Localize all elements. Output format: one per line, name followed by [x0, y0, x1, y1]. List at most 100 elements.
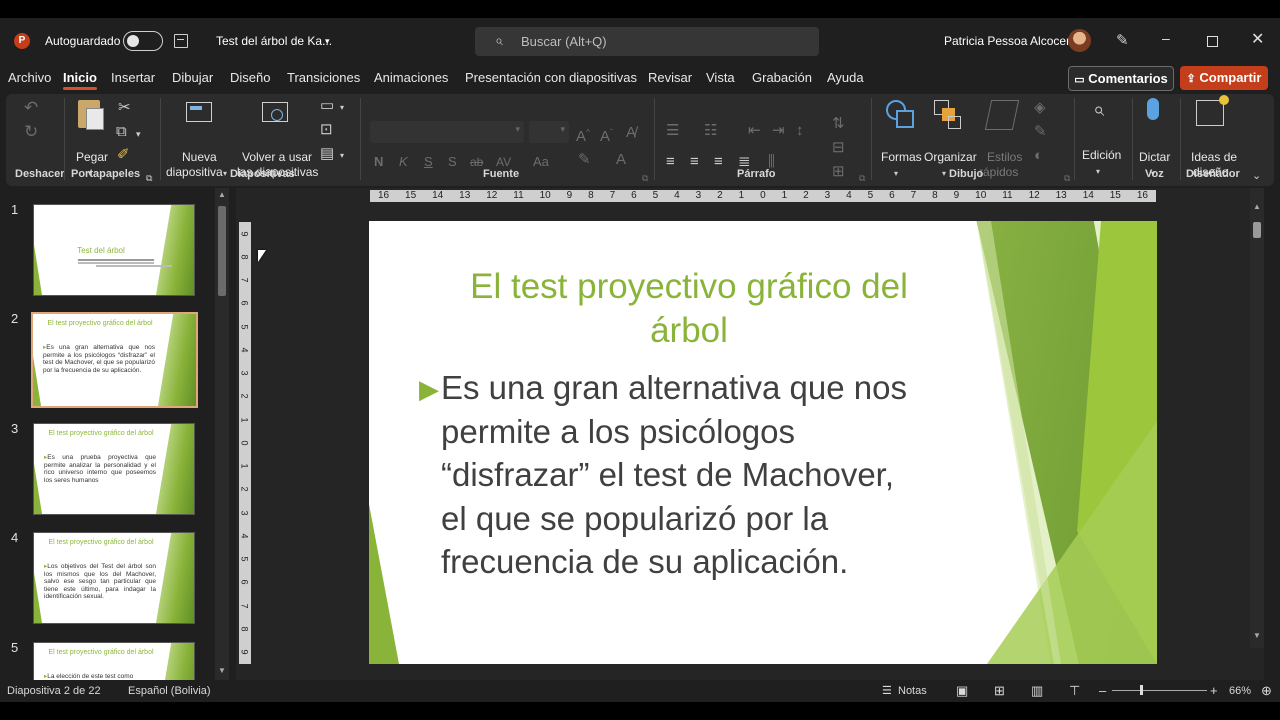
title-chevron-down-icon[interactable]: ▾ — [325, 18, 330, 64]
section-chevron-icon[interactable]: ▾ — [340, 148, 344, 164]
tab-insertar[interactable]: Insertar — [111, 64, 155, 92]
tab-ayuda[interactable]: Ayuda — [827, 64, 864, 92]
scroll-thumb[interactable] — [218, 206, 226, 296]
shapes-chevron-icon[interactable]: ▾ — [894, 166, 898, 182]
new-slide-label-1[interactable]: Nueva — [182, 150, 217, 165]
slide-thumbnail-5[interactable]: El test proyectivo gráfico del árbol ▸La… — [33, 642, 195, 683]
dictate-label[interactable]: Dictar — [1139, 150, 1170, 165]
pen-icon[interactable]: ✎ — [1116, 31, 1129, 49]
tab-grabacion[interactable]: Grabación — [752, 64, 812, 92]
search-box[interactable]: ⌕ Buscar (Alt+Q) — [475, 27, 819, 56]
tab-presentacion[interactable]: Presentación con diapositivas — [465, 64, 637, 92]
undo-icon[interactable]: ↶ — [24, 99, 38, 116]
normal-view-icon[interactable]: ▣ — [956, 680, 968, 702]
comments-button[interactable]: ▭ Comentarios — [1068, 66, 1174, 91]
copy-icon[interactable]: ⧉ — [116, 124, 127, 140]
scroll-up-icon[interactable]: ▲ — [218, 190, 226, 199]
slide-thumbnail-1[interactable]: Test del árbol — [33, 204, 195, 296]
new-slide-icon[interactable] — [186, 102, 212, 122]
numbering-icon[interactable]: ☷ — [704, 123, 717, 139]
fit-to-window-icon[interactable]: ⊕ — [1261, 680, 1272, 702]
avatar[interactable] — [1068, 29, 1091, 52]
shapes-icon[interactable] — [886, 100, 914, 128]
paste-icon[interactable] — [78, 100, 104, 130]
font-launcher-icon[interactable]: ⧉ — [642, 170, 648, 186]
smartart-icon[interactable]: ⊞ — [832, 164, 845, 180]
notes-icon[interactable]: ☰ — [882, 680, 892, 702]
paste-button-label[interactable]: Pegar — [76, 150, 108, 165]
clipboard-launcher-icon[interactable]: ⧉ — [146, 170, 152, 186]
slide-title[interactable]: El test proyectivo gráfico del árbol — [439, 265, 939, 353]
editor-scrollbar[interactable]: ▲ ▼ — [1250, 188, 1264, 648]
arrange-icon[interactable] — [934, 100, 961, 129]
new-slide-chevron-icon[interactable]: ▾ — [223, 166, 227, 182]
format-painter-icon[interactable]: ✐ — [117, 147, 130, 163]
arrange-label[interactable]: Organizar — [924, 150, 977, 165]
share-button[interactable]: ⇪ Compartir — [1180, 66, 1268, 90]
text-direction-icon[interactable]: ⇅ — [832, 116, 845, 132]
align-center-icon[interactable]: ≡ — [690, 154, 699, 170]
font-family-select[interactable]: ▾ — [370, 121, 524, 143]
clear-format-icon[interactable]: A̸ — [626, 125, 636, 141]
user-name[interactable]: Patricia Pessoa Alcocer — [944, 18, 1070, 64]
arrange-chevron-icon[interactable]: ▾ — [942, 166, 946, 182]
layout-icon[interactable]: ▭ — [320, 98, 334, 114]
editing-search-icon[interactable]: ⌕ — [1093, 99, 1104, 121]
change-case-icon[interactable]: Aa — [533, 154, 549, 170]
slide-thumbnail-2[interactable]: El test proyectivo gráfico del árbol ▸Es… — [31, 312, 198, 408]
highlight-icon[interactable]: ✎ — [578, 152, 591, 168]
scroll-thumb[interactable] — [1253, 222, 1261, 238]
current-slide[interactable]: El test proyectivo gráfico del árbol ▶ E… — [369, 221, 1157, 664]
zoom-level[interactable]: 66% — [1229, 680, 1251, 702]
tab-revisar[interactable]: Revisar — [648, 64, 692, 92]
quick-styles-label-1[interactable]: Estilos — [987, 150, 1022, 165]
slide-thumbnail-4[interactable]: El test proyectivo gráfico del árbol ▸Lo… — [33, 532, 195, 624]
reuse-slides-label-1[interactable]: Volver a usar — [242, 150, 312, 165]
bullets-icon[interactable]: ☰ — [666, 123, 679, 139]
thumbnail-scrollbar[interactable]: ▲ ▼ — [215, 188, 229, 680]
underline-icon[interactable]: S — [424, 154, 433, 170]
quick-styles-label-2[interactable]: rápidos — [979, 165, 1018, 180]
shapes-label[interactable]: Formas — [881, 150, 922, 165]
shape-fill-icon[interactable]: ◈ — [1034, 100, 1046, 116]
close-icon[interactable]: ✕ — [1251, 29, 1264, 49]
slide-body[interactable]: ▶ Es una gran alternativa que nos permit… — [419, 366, 961, 584]
font-size-select[interactable]: ▾ — [529, 121, 569, 143]
microphone-icon[interactable] — [1147, 98, 1159, 120]
minimize-icon[interactable]: – — [1162, 30, 1170, 46]
scroll-down-icon[interactable]: ▼ — [218, 666, 226, 675]
editing-label[interactable]: Edición — [1082, 148, 1121, 163]
tab-archivo[interactable]: Archivo — [8, 64, 51, 92]
section-icon[interactable]: ▤ — [320, 146, 334, 162]
reset-icon[interactable]: ⊡ — [320, 122, 333, 138]
slide-thumbnail-3[interactable]: El test proyectivo gráfico del árbol ▸Es… — [33, 423, 195, 515]
reading-view-icon[interactable]: ▥ — [1031, 680, 1043, 702]
editing-chevron-icon[interactable]: ▾ — [1096, 164, 1100, 180]
tab-dibujar[interactable]: Dibujar — [172, 64, 213, 92]
decrease-font-icon[interactable]: Aˇ — [600, 125, 613, 145]
new-slide-label-2[interactable]: diapositiva — [166, 165, 223, 180]
autosave-toggle[interactable] — [123, 31, 163, 51]
italic-icon[interactable]: K — [399, 154, 408, 170]
tab-transiciones[interactable]: Transiciones — [287, 64, 360, 92]
scroll-down-icon[interactable]: ▼ — [1253, 631, 1261, 640]
line-spacing-icon[interactable]: ↕ — [796, 123, 804, 139]
increase-indent-icon[interactable]: ⇥ — [772, 123, 785, 139]
cut-icon[interactable]: ✂ — [118, 100, 131, 116]
strikethrough-icon[interactable]: ab — [470, 154, 483, 170]
ribbon-collapse-icon[interactable]: ⌄ — [1252, 168, 1261, 184]
align-right-icon[interactable]: ≡ — [714, 154, 723, 170]
tab-vista[interactable]: Vista — [706, 64, 735, 92]
shape-effects-icon[interactable]: ◐ — [1034, 148, 1043, 164]
zoom-slider-thumb[interactable] — [1140, 685, 1143, 695]
slide-sorter-icon[interactable]: ⊞ — [994, 680, 1005, 702]
quick-styles-icon[interactable] — [984, 100, 1020, 130]
document-title[interactable]: Test del árbol de Ka... — [216, 18, 332, 64]
restore-icon[interactable] — [1207, 36, 1218, 47]
bold-icon[interactable]: N — [374, 154, 383, 170]
drawing-launcher-icon[interactable]: ⧉ — [1064, 170, 1070, 186]
tab-animaciones[interactable]: Animaciones — [374, 64, 448, 92]
align-text-icon[interactable]: ⊟ — [832, 140, 845, 156]
language-indicator[interactable]: Español (Bolivia) — [128, 680, 211, 702]
design-ideas-icon[interactable] — [1196, 95, 1229, 126]
